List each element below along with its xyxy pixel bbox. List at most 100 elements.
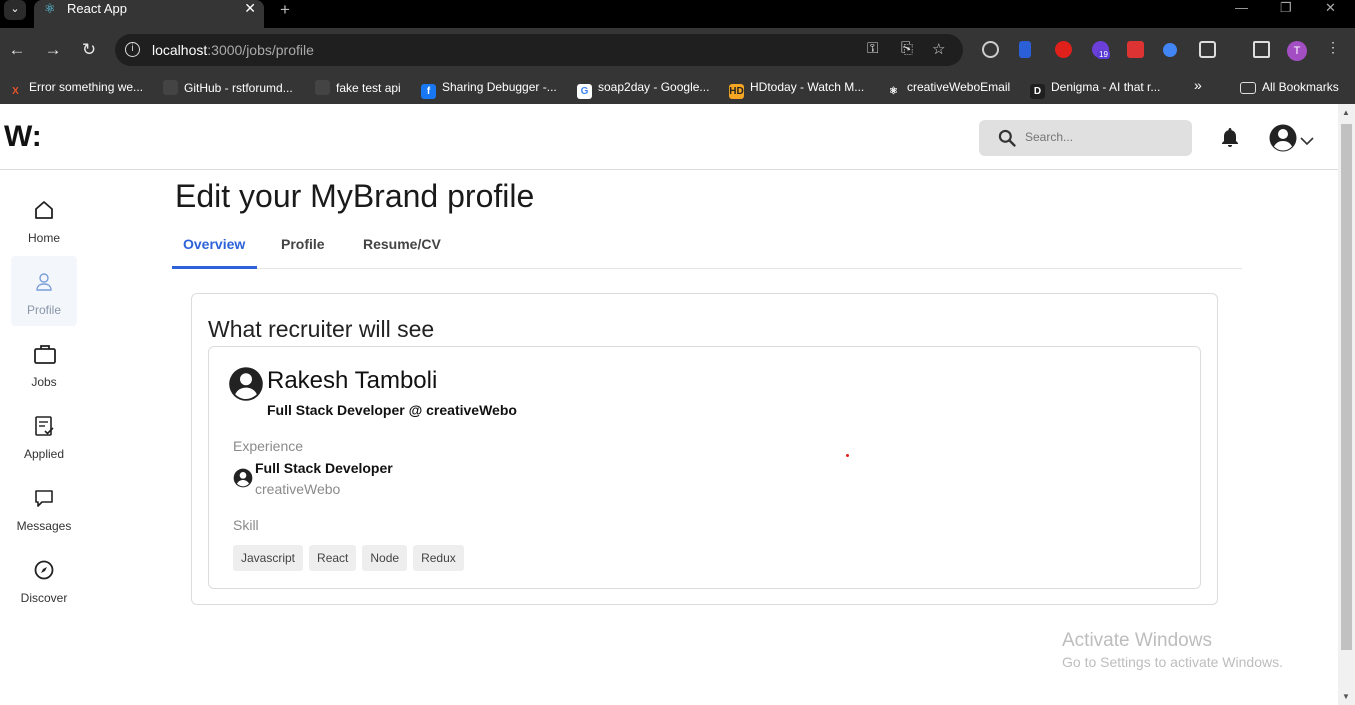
- skill-list: Javascript React Node Redux: [233, 545, 470, 571]
- url-text[interactable]: localhost:3000/jobs/profile: [152, 42, 314, 58]
- extension-bolt-icon[interactable]: [1019, 41, 1031, 58]
- bookmark-label: Denigma - AI that r...: [1051, 80, 1161, 94]
- install-app-icon[interactable]: ⎘: [901, 40, 913, 57]
- sidebar-item-label: Messages: [16, 519, 72, 533]
- tab-resume-cv[interactable]: Resume/CV: [363, 236, 441, 252]
- scroll-down-icon[interactable]: ▼: [1342, 692, 1350, 701]
- browser-profile-avatar[interactable]: T: [1287, 41, 1307, 61]
- bookmark-item[interactable]: Gsoap2day - Google...: [577, 80, 709, 99]
- briefcase-icon: [34, 345, 56, 364]
- menu-dots-icon[interactable]: ⋮: [1326, 39, 1343, 56]
- sidebar-item-label: Applied: [23, 447, 65, 461]
- bell-icon[interactable]: [1218, 126, 1242, 150]
- sidebar-item-label: Jobs: [31, 375, 57, 389]
- app-header: W:: [0, 104, 1338, 170]
- logo[interactable]: W:: [4, 120, 42, 154]
- profile-headline: Full Stack Developer @ creativeWebo: [267, 402, 517, 418]
- extension-puzzle-red-icon[interactable]: [1127, 41, 1144, 58]
- search-box[interactable]: [979, 120, 1192, 156]
- scroll-up-icon[interactable]: ▲: [1342, 108, 1350, 117]
- scroll-thumb[interactable]: [1341, 124, 1352, 650]
- search-icon: [998, 129, 1016, 147]
- new-tab-button[interactable]: +: [280, 0, 290, 20]
- extension-count-badge: 19: [1097, 50, 1110, 59]
- chevron-down-icon: [1300, 137, 1314, 146]
- bookmark-favicon-icon: HD: [729, 84, 744, 99]
- bookmark-item[interactable]: D Denigma - AI that r...: [1030, 80, 1160, 99]
- extension-circle-icon[interactable]: [1163, 43, 1177, 57]
- site-info-icon[interactable]: i: [125, 42, 140, 57]
- forward-icon[interactable]: →: [43, 40, 63, 60]
- close-icon[interactable]: ✕: [244, 0, 256, 17]
- search-input[interactable]: [1025, 130, 1175, 144]
- browser-toolbar: ← → ↻ i localhost:3000/jobs/profile ⚿ ⎘ …: [0, 28, 1355, 72]
- folder-icon: [1240, 82, 1256, 94]
- tab-search-button[interactable]: ⌄: [4, 0, 26, 20]
- clipboard-check-icon: [35, 416, 54, 436]
- experience-avatar-icon: [233, 468, 253, 488]
- watermark-title: Activate Windows: [1062, 630, 1212, 651]
- bookmark-label: Sharing Debugger -...: [442, 80, 557, 94]
- skill-chip: Redux: [413, 545, 464, 571]
- sidebar-item-profile[interactable]: Profile: [11, 256, 77, 326]
- sidebar-item-jobs[interactable]: Jobs: [11, 328, 77, 398]
- bookmark-favicon-icon: G: [577, 84, 592, 99]
- sidebar-item-messages[interactable]: Messages: [11, 472, 77, 542]
- key-icon[interactable]: ⚿: [867, 40, 878, 57]
- extension-hand-icon[interactable]: [1055, 41, 1072, 58]
- extension-target-icon[interactable]: [982, 41, 999, 58]
- page-scrollbar[interactable]: ▲ ▼: [1338, 104, 1355, 705]
- card-heading: What recruiter will see: [208, 316, 435, 342]
- tab-title: React App: [67, 1, 127, 16]
- browser-tab[interactable]: ⚛ React App ✕: [34, 0, 264, 28]
- address-bar[interactable]: i localhost:3000/jobs/profile ⚿ ⎘ ☆: [115, 34, 963, 66]
- bookmark-label: GitHub - rstforumd...: [184, 81, 293, 95]
- bookmark-item[interactable]: X Error something we...: [8, 80, 143, 99]
- home-icon: [35, 201, 53, 219]
- more-bookmarks-icon[interactable]: »: [1194, 77, 1202, 93]
- user-avatar-icon: [1269, 124, 1297, 152]
- extensions-icon[interactable]: [1199, 41, 1216, 58]
- side-panel-icon[interactable]: [1253, 41, 1270, 58]
- profile-tabs: Overview Profile Resume/CV: [172, 229, 1242, 269]
- bookmark-star-icon[interactable]: ☆: [932, 40, 945, 58]
- sidebar-item-home[interactable]: Home: [11, 184, 77, 254]
- reload-icon[interactable]: ↻: [79, 40, 99, 60]
- minimize-icon[interactable]: —: [1235, 0, 1248, 15]
- bookmark-favicon-icon: X: [12, 86, 19, 97]
- bookmark-item[interactable]: GitHub - rstforumd...: [163, 80, 293, 95]
- window-close-icon[interactable]: ✕: [1325, 0, 1336, 16]
- skill-chip: React: [309, 545, 357, 571]
- bookmark-label: soap2day - Google...: [598, 80, 710, 94]
- sidebar-item-applied[interactable]: Applied: [11, 400, 77, 470]
- page-title: Edit your MyBrand profile: [175, 178, 535, 214]
- sidebar-item-label: Home: [27, 231, 60, 245]
- profile-name: Rakesh Tamboli: [267, 367, 438, 394]
- sidebar-item-label: Discover: [20, 591, 68, 605]
- bookmark-label: HDtoday - Watch M...: [750, 80, 865, 94]
- user-menu[interactable]: [1268, 123, 1314, 158]
- tab-overview[interactable]: Overview: [183, 236, 245, 252]
- back-icon[interactable]: ←: [7, 40, 27, 60]
- all-bookmarks-button[interactable]: All Bookmarks: [1240, 80, 1339, 94]
- profile-avatar-icon: [229, 367, 263, 401]
- bookmark-item[interactable]: HD HDtoday - Watch M...: [729, 80, 864, 99]
- windows-activation-watermark: Activate Windows Go to Settings to activ…: [1062, 630, 1283, 670]
- experience-label: Experience: [233, 438, 304, 454]
- skill-label: Skill: [233, 517, 259, 533]
- compass-icon: [34, 560, 54, 580]
- bookmark-item[interactable]: ⚛ creativeWeboEmail: [886, 80, 1010, 99]
- watermark-subtitle: Go to Settings to activate Windows.: [1062, 654, 1283, 670]
- bookmark-label: Error something we...: [29, 80, 144, 94]
- bookmark-label: creativeWeboEmail: [907, 80, 1011, 94]
- bookmark-item[interactable]: fake test api: [315, 80, 401, 95]
- bookmark-favicon-icon: D: [1030, 84, 1045, 99]
- tab-profile[interactable]: Profile: [281, 236, 325, 252]
- bookmark-favicon-icon: f: [421, 84, 436, 99]
- user-icon: [36, 273, 52, 291]
- app-root: W: Home: [0, 104, 1338, 705]
- sidebar-item-discover[interactable]: Discover: [11, 544, 77, 614]
- bookmark-item[interactable]: f Sharing Debugger -...: [421, 80, 557, 99]
- sidebar-item-label: Profile: [26, 303, 61, 317]
- restore-icon[interactable]: ❐: [1280, 0, 1292, 16]
